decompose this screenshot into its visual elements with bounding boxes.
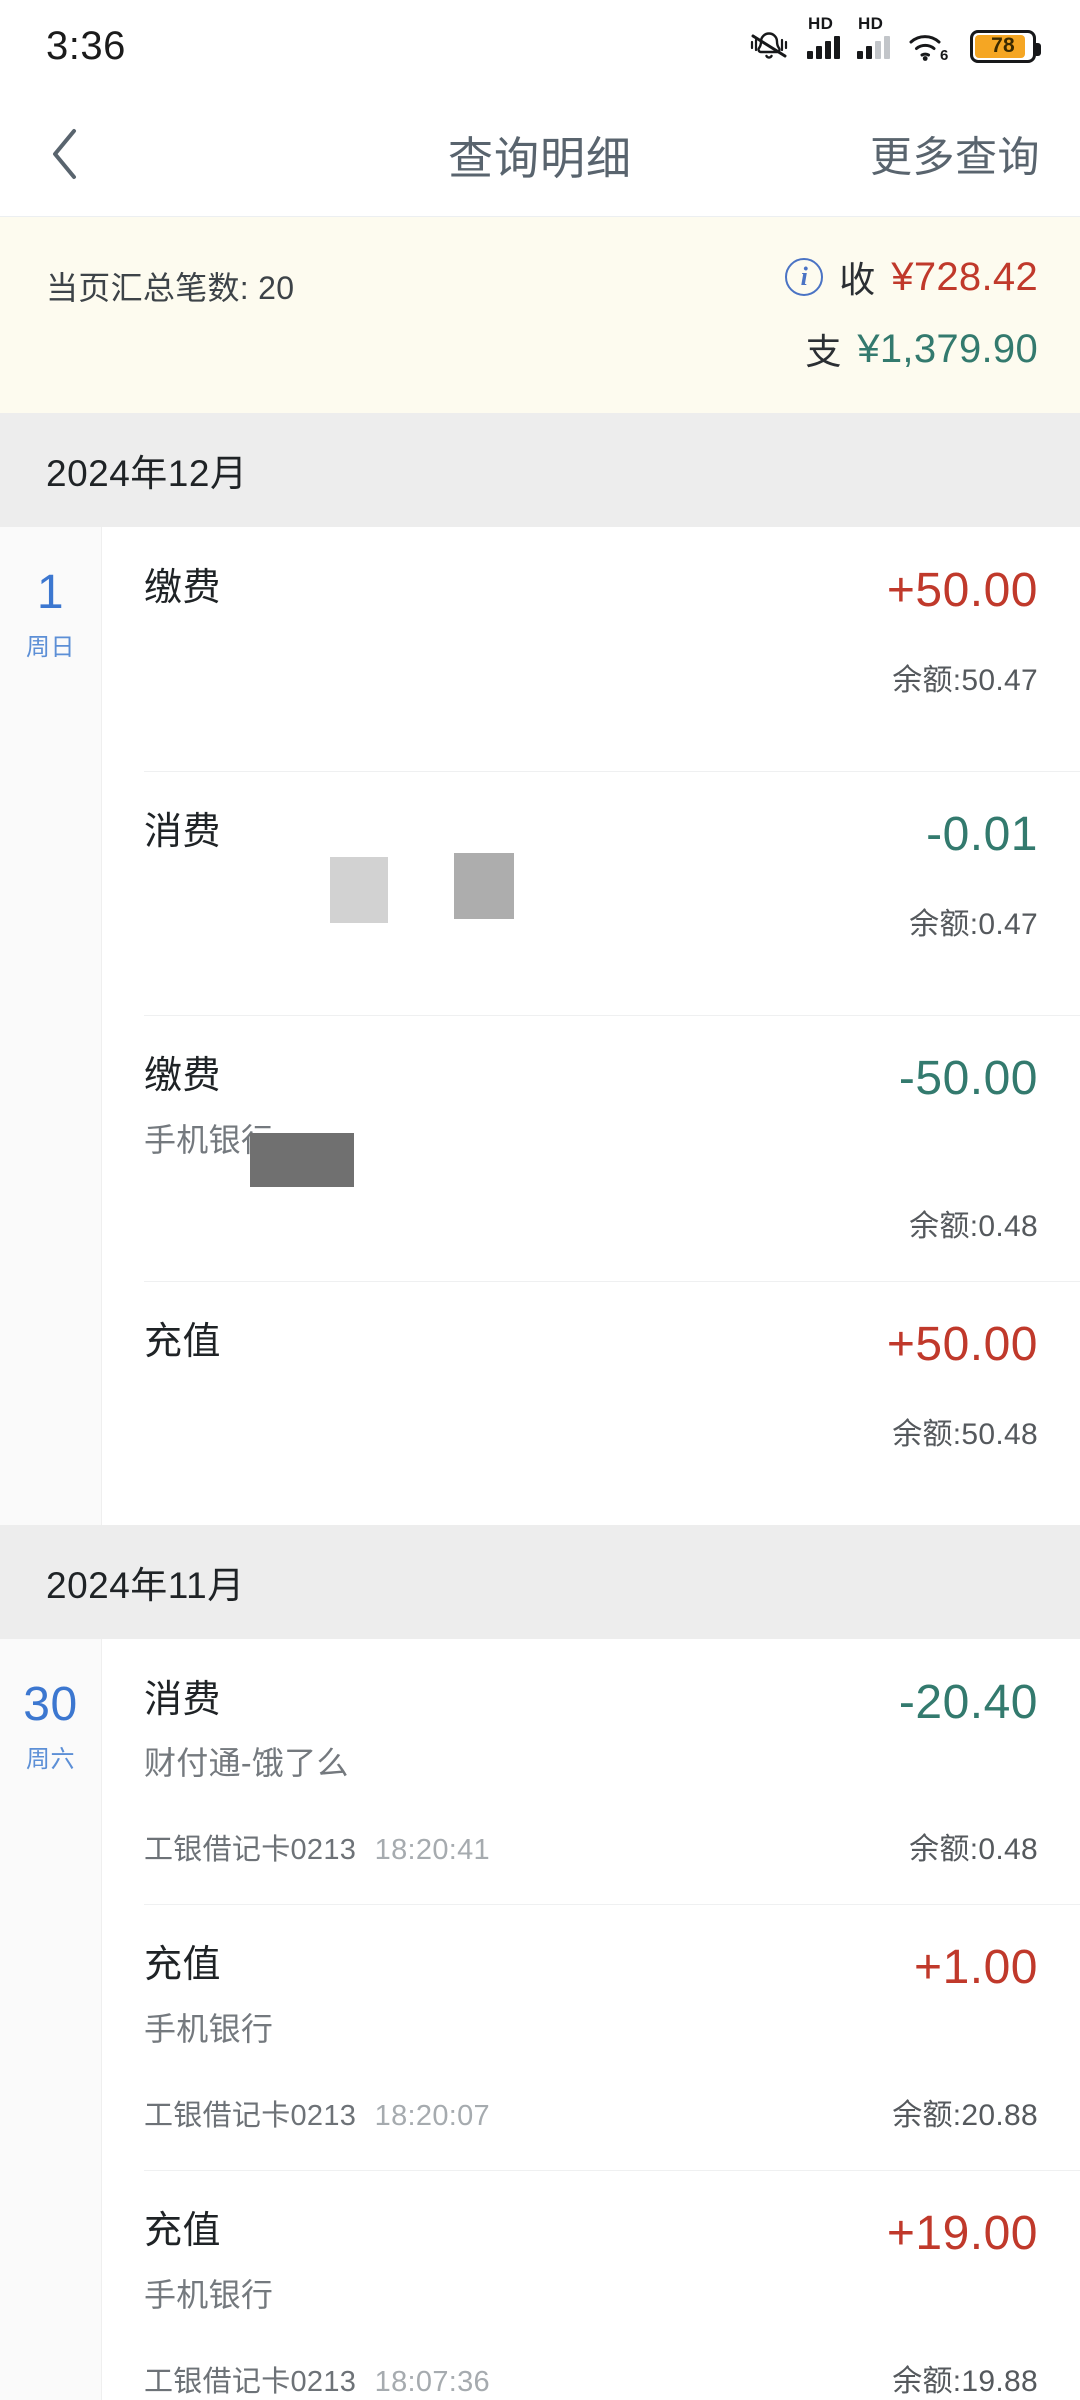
transaction-row[interactable]: 消费 -0.01 余额:0.47 bbox=[102, 771, 1080, 1015]
day-column: 1 周日 bbox=[0, 527, 102, 1525]
battery-level: 78 bbox=[991, 34, 1015, 57]
transaction-time: 18:20:07 bbox=[374, 2100, 490, 2133]
chevron-left-icon bbox=[48, 126, 82, 182]
transaction-title: 缴费 bbox=[144, 567, 222, 609]
transaction-time: 18:07:36 bbox=[374, 2365, 490, 2398]
more-query-button[interactable]: 更多查询 bbox=[870, 124, 1040, 185]
transaction-row[interactable]: 充值 +50.00 余额:50.48 bbox=[102, 1280, 1080, 1525]
day-weekday: 周日 bbox=[26, 634, 75, 661]
back-button[interactable] bbox=[0, 92, 130, 216]
summary-expense-row: 支 ¥1,379.90 bbox=[805, 323, 1038, 375]
hd-label-2: HD bbox=[858, 13, 884, 33]
transaction-list: 消费 财付通-饿了么 -20.40 工银借记卡0213 18:20:41 余额:… bbox=[102, 1639, 1080, 2400]
transaction-row[interactable]: 充值 手机银行 +19.00 工银借记卡0213 18:07:36 余额:19.… bbox=[102, 2170, 1080, 2400]
transaction-row[interactable]: 消费 财付通-饿了么 -20.40 工银借记卡0213 18:20:41 余额:… bbox=[102, 1639, 1080, 1905]
transaction-balance: 余额:50.48 bbox=[892, 1417, 1038, 1451]
transaction-card: 工银借记卡0213 bbox=[144, 2365, 357, 2398]
day-number: 30 bbox=[23, 1677, 78, 1731]
mute-bell-icon bbox=[748, 29, 790, 63]
transaction-title: 消费 bbox=[144, 1678, 222, 1721]
transaction-amount: +19.00 bbox=[886, 2207, 1038, 2261]
transaction-balance: 余额:0.47 bbox=[909, 908, 1038, 941]
month-header: 2024年11月 bbox=[0, 1524, 1080, 1639]
day-weekday: 周六 bbox=[26, 1745, 75, 1773]
transaction-balance: 余额:20.88 bbox=[892, 2099, 1038, 2133]
transaction-balance: 余额:50.47 bbox=[892, 664, 1038, 697]
transaction-subtitle: 手机银行 bbox=[144, 2011, 274, 2048]
transaction-row[interactable]: 充值 手机银行 +1.00 工银借记卡0213 18:20:07 余额:20.8… bbox=[102, 1904, 1080, 2170]
income-label: 收 bbox=[839, 259, 876, 300]
summary-count-label: 当页汇总笔数: 20 bbox=[46, 270, 295, 306]
transaction-card: 工银借记卡0213 bbox=[144, 1834, 357, 1867]
transaction-row[interactable]: 缴费 手机银行 -50.00 余额:0.48 bbox=[102, 1015, 1080, 1281]
day-group: 30 周六 消费 财付通-饿了么 -20.40 工银借记卡0213 18:20:… bbox=[0, 1638, 1080, 2400]
summary-income-row: i 收 ¥728.42 bbox=[785, 251, 1038, 303]
transaction-list: 缴费 +50.00 余额:50.47 消费 -0.01 余额:0.47 缴费 手… bbox=[102, 527, 1080, 1525]
transaction-amount: -20.40 bbox=[898, 1675, 1038, 1729]
transaction-balance: 余额:0.48 bbox=[909, 1209, 1038, 1243]
transaction-row[interactable]: 缴费 +50.00 余额:50.47 bbox=[102, 527, 1080, 771]
redaction-mask bbox=[330, 857, 388, 923]
svg-text:6: 6 bbox=[940, 47, 948, 63]
transaction-title: 消费 bbox=[144, 811, 222, 853]
info-circle-icon[interactable]: i bbox=[785, 258, 824, 296]
transaction-amount: +50.00 bbox=[886, 1317, 1038, 1371]
transaction-subtitle: 手机银行 bbox=[144, 2276, 274, 2313]
day-column: 30 周六 bbox=[0, 1638, 102, 2400]
battery-icon: 78 bbox=[970, 29, 1041, 63]
wifi6-icon: 6 bbox=[907, 29, 953, 63]
status-time: 3:36 bbox=[46, 23, 126, 68]
day-group: 1 周日 缴费 +50.00 余额:50.47 消费 -0.01 余额:0.47… bbox=[0, 527, 1080, 1525]
transaction-amount: -50.00 bbox=[898, 1052, 1038, 1105]
hd-label: HD bbox=[808, 13, 834, 33]
transaction-card: 工银借记卡0213 bbox=[144, 2100, 357, 2133]
hd-signal-icon-2: HD bbox=[857, 14, 890, 59]
summary-bar: 当页汇总笔数: 20 i 收 ¥728.42 支 ¥1,379.90 bbox=[0, 217, 1080, 413]
redaction-mask bbox=[454, 853, 514, 919]
status-bar: 3:36 HD HD 6 78 bbox=[0, 0, 1080, 92]
expense-value: ¥1,379.90 bbox=[857, 326, 1038, 371]
transaction-amount: +50.00 bbox=[886, 564, 1038, 617]
redaction-mask bbox=[250, 1133, 354, 1187]
status-icons: HD HD 6 78 bbox=[748, 14, 1041, 63]
summary-totals: i 收 ¥728.42 支 ¥1,379.90 bbox=[785, 251, 1038, 375]
signal-bars-2 bbox=[857, 34, 890, 59]
hd-signal-icon: HD bbox=[807, 14, 840, 59]
transaction-title: 充值 bbox=[144, 1944, 222, 1987]
transaction-amount: -0.01 bbox=[926, 808, 1038, 861]
transaction-balance: 余额:0.48 bbox=[909, 1833, 1038, 1867]
transaction-subtitle: 财付通-饿了么 bbox=[144, 1745, 349, 1782]
month-header: 2024年12月 bbox=[0, 413, 1080, 527]
transaction-title: 充值 bbox=[144, 2210, 222, 2253]
transaction-amount: +1.00 bbox=[914, 1941, 1038, 1995]
transaction-title: 充值 bbox=[144, 1320, 222, 1363]
transaction-balance: 余额:19.88 bbox=[892, 2364, 1038, 2398]
expense-label: 支 bbox=[805, 331, 842, 372]
nav-bar: 查询明细 更多查询 bbox=[0, 92, 1080, 217]
signal-bars bbox=[807, 34, 840, 59]
transaction-time: 18:20:41 bbox=[374, 1834, 490, 1867]
transaction-title: 缴费 bbox=[144, 1055, 222, 1097]
income-value: ¥728.42 bbox=[891, 254, 1038, 299]
day-number: 1 bbox=[36, 566, 65, 619]
